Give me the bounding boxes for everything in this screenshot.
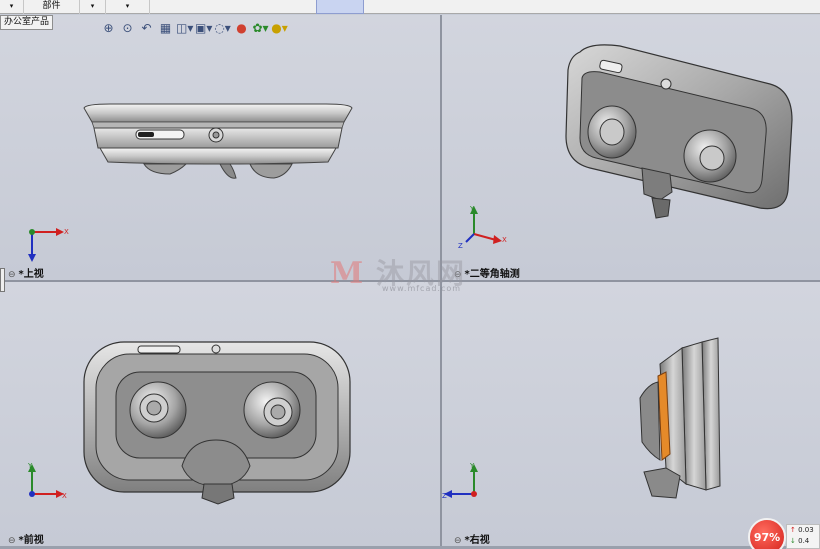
axis-triad-right: Y Z <box>442 462 478 500</box>
feature-pane-handle[interactable] <box>0 268 5 292</box>
svg-text:X: X <box>64 228 69 236</box>
tab-features[interactable]: ▾ <box>0 0 24 14</box>
axis-triad-isometric: Y X Z <box>458 205 507 250</box>
svg-text:X: X <box>502 236 507 244</box>
viewport-right[interactable] <box>442 282 820 546</box>
model-top-view[interactable] <box>80 100 360 190</box>
watermark-logo-icon: M <box>330 256 364 291</box>
viewport-label-right: ⊖ *右视 <box>454 535 490 546</box>
heads-up-view-toolbar: ⊕ ⊙ ↶ ▦ ◫▾ ▣▾ ◌▾ ● ✿▾ ●▾ <box>100 19 288 37</box>
previous-view-icon[interactable]: ↶ <box>138 20 155 36</box>
tab-more[interactable]: ▾ <box>106 0 150 14</box>
tab-dropdown[interactable]: ▾ <box>80 0 106 14</box>
hide-show-icon[interactable]: ◌▾ <box>214 20 231 36</box>
zoom-area-icon[interactable]: ⊙ <box>119 20 136 36</box>
svg-text:Y: Y <box>469 462 475 470</box>
tab-assembly[interactable]: 部件 <box>24 0 80 14</box>
svg-text:Y: Y <box>469 205 475 213</box>
watermark: M 沐风网 www.mfcad.com <box>330 256 467 293</box>
zoom-to-fit-icon[interactable]: ⊕ <box>100 20 117 36</box>
svg-text:Y: Y <box>27 462 33 470</box>
model-right-view[interactable] <box>636 336 726 506</box>
view-orientation-icon[interactable]: ◫▾ <box>176 20 193 36</box>
axis-triad-front: Y X <box>27 462 67 500</box>
tab-active-highlight[interactable] <box>316 0 364 14</box>
up-arrow-icon: ↑ <box>790 526 796 534</box>
svg-text:X: X <box>62 492 67 500</box>
command-manager-tabs: ▾ 部件 ▾ ▾ <box>0 0 820 14</box>
axis-triad-top: X <box>28 228 69 262</box>
link-icon[interactable]: ⊖ <box>8 536 16 546</box>
apply-scene-icon[interactable]: ✿▾ <box>252 20 269 36</box>
link-icon[interactable]: ⊖ <box>454 536 462 546</box>
performance-badge[interactable]: 97% <box>748 518 786 549</box>
display-style-icon[interactable]: ▣▾ <box>195 20 212 36</box>
view-settings-icon[interactable]: ●▾ <box>271 20 288 36</box>
link-icon[interactable]: ⊖ <box>8 270 16 280</box>
model-isometric-view[interactable] <box>560 40 800 230</box>
down-arrow-icon: ↓ <box>790 537 796 545</box>
office-products-tab[interactable]: 办公室产品 <box>0 15 54 30</box>
section-view-icon[interactable]: ▦ <box>157 20 174 36</box>
svg-text:Z: Z <box>458 242 463 250</box>
viewport-label-top: ⊖ *上视 <box>8 269 44 280</box>
edit-appearance-icon[interactable]: ● <box>233 20 250 36</box>
performance-stats: ↑ 0.03 ↓ 0.4 <box>786 524 820 549</box>
viewport-label-front: ⊖ *前视 <box>8 535 44 546</box>
solidworks-window: ▾ 部件 ▾ ▾ 办公室产品 ⊕ ⊙ ↶ ▦ ◫▾ ▣▾ ◌▾ ● ✿▾ ●▾ <box>0 0 820 549</box>
svg-text:Z: Z <box>442 492 447 500</box>
model-front-view[interactable] <box>82 336 352 506</box>
